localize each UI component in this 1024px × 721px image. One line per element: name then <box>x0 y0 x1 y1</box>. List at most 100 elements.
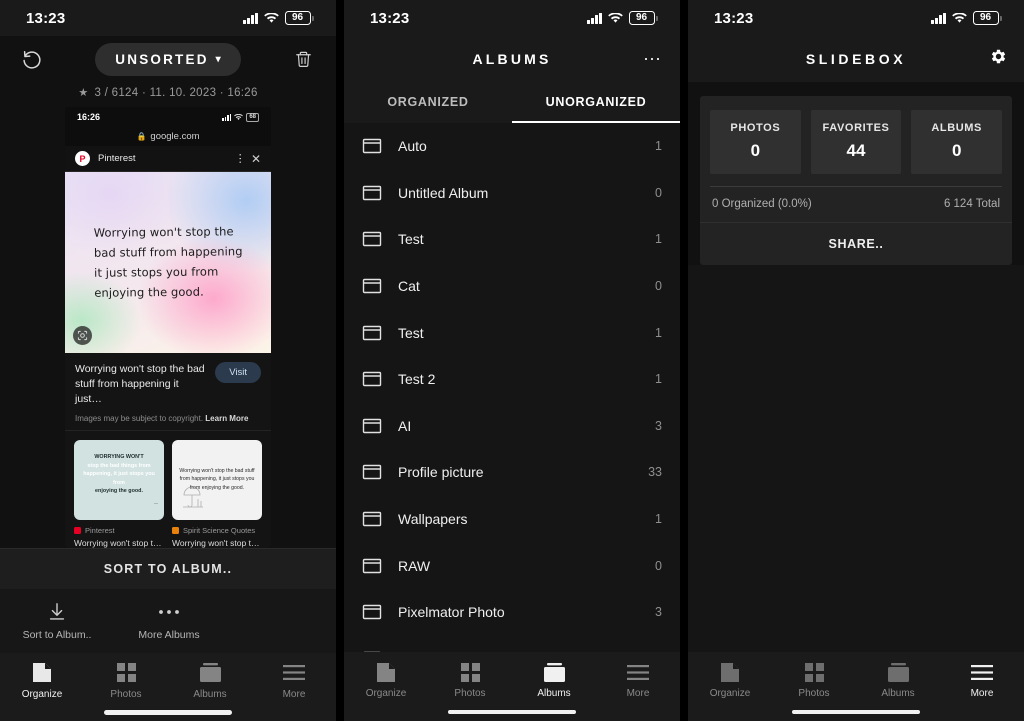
close-icon[interactable]: ✕ <box>251 152 261 166</box>
screenshot-battery: 68 <box>246 112 259 122</box>
gear-icon[interactable] <box>989 47 1008 71</box>
albums-tabs: ORGANIZED UNORGANIZED <box>344 82 680 123</box>
tab-albums[interactable]: Albums <box>168 662 252 700</box>
tab-photos[interactable]: Photos <box>772 661 856 699</box>
tab-albums[interactable]: Albums <box>856 661 940 699</box>
album-name: Profile picture <box>398 464 484 481</box>
more-body <box>688 265 1024 652</box>
screenshot-time: 16:26 <box>77 112 101 122</box>
cellular-signal-icon <box>931 12 946 24</box>
stat-albums[interactable]: ALBUMS 0 <box>911 110 1003 174</box>
result-source-name-0: Pinterest <box>85 525 115 535</box>
tab-unorganized[interactable]: UNORGANIZED <box>512 82 680 123</box>
battery-tip <box>312 15 314 21</box>
action-label-sort: Sort to Album.. <box>22 628 92 641</box>
trash-icon[interactable] <box>288 43 320 75</box>
favorite-star-icon[interactable]: ★ <box>78 86 88 99</box>
status-indicators-2: 96 <box>587 11 658 25</box>
album-row[interactable]: Cat 0 <box>344 263 680 310</box>
quote-line-3: enjoying the good. <box>93 285 204 301</box>
photos-grid-icon <box>772 661 856 683</box>
google-lens-icon[interactable] <box>73 326 92 345</box>
screenshot-status-bar: 16:26 68 <box>65 107 271 127</box>
tab-more[interactable]: More <box>596 661 680 699</box>
chevron-down-icon: ▾ <box>215 53 221 65</box>
related-results: WORRYING WON'T stop the bad things from … <box>65 431 271 548</box>
panel-organize: 13:23 96 UNSORTED ▾ ★ 3 / 6124 · 11. 10.… <box>0 0 336 721</box>
album-name: Pixelmator Photo <box>398 604 505 621</box>
album-name: Test <box>398 324 424 341</box>
album-count: 1 <box>655 372 662 387</box>
stat-favorites[interactable]: FAVORITES 44 <box>810 110 902 174</box>
stat-value-albums: 0 <box>951 141 962 160</box>
battery-level-3: 96 <box>972 11 999 25</box>
current-photo[interactable]: 16:26 68 🔒 google.com P Pinterest ⋯ ✕ Wo… <box>65 107 271 548</box>
photos-grid-icon <box>428 661 512 683</box>
lock-icon: 🔒 <box>136 132 147 141</box>
album-list[interactable]: Auto 1 Untitled Album 0 Test 1 Cat 0 Tes… <box>344 123 680 652</box>
tab-more[interactable]: More <box>940 661 1024 699</box>
action-sort-to-album[interactable]: Sort to Album.. <box>14 599 100 641</box>
album-row[interactable]: Lightroom 4 <box>344 636 680 652</box>
album-row[interactable]: AI 3 <box>344 403 680 450</box>
album-count: 0 <box>655 558 662 573</box>
panel-gap-1 <box>336 0 344 721</box>
screenshot-signal-icon <box>222 113 232 121</box>
result-card-1[interactable]: Worrying won't stop the bad stuff from h… <box>172 439 262 548</box>
undo-icon[interactable] <box>16 43 48 75</box>
album-row[interactable]: Untitled Album 0 <box>344 170 680 217</box>
result-card-0[interactable]: WORRYING WON'T stop the bad things from … <box>74 439 164 548</box>
stat-label-albums: ALBUMS <box>931 122 982 134</box>
action-more-albums[interactable]: More Albums <box>126 599 212 641</box>
album-name: Wallpapers <box>398 511 468 528</box>
album-count: 1 <box>655 139 662 154</box>
album-row[interactable]: Test 1 <box>344 216 680 263</box>
copyright-notice: Images may be subject to copyright. Lear… <box>75 414 261 423</box>
tab-organize[interactable]: Organize <box>0 662 84 700</box>
app-title: SLIDEBOX <box>805 51 907 67</box>
album-row[interactable]: Auto 1 <box>344 123 680 170</box>
tab-label-organize: Organize <box>709 688 751 699</box>
album-count: 0 <box>655 185 662 200</box>
album-row[interactable]: Test 2 1 <box>344 356 680 403</box>
album-row[interactable]: Pixelmator Photo 3 <box>344 589 680 636</box>
tab-albums[interactable]: Albums <box>512 661 596 699</box>
battery-indicator: 96 <box>628 11 658 25</box>
stat-label-photos: PHOTOS <box>730 122 781 134</box>
album-name: Cat <box>398 278 420 295</box>
visit-button[interactable]: Visit <box>215 362 261 383</box>
ellipsis-icon[interactable]: ⋯ <box>643 50 662 68</box>
browser-url-bar[interactable]: 🔒 google.com <box>65 127 271 146</box>
home-indicator-1 <box>0 703 336 721</box>
tab-more[interactable]: More <box>252 662 336 700</box>
tab-label-albums: Albums <box>193 688 227 700</box>
tab-organized[interactable]: ORGANIZED <box>344 82 512 123</box>
tab-organize[interactable]: Organize <box>688 661 772 699</box>
filter-chip-unsorted[interactable]: UNSORTED ▾ <box>95 42 241 76</box>
wifi-icon <box>607 12 623 24</box>
learn-more-link[interactable]: Learn More <box>205 414 248 423</box>
battery-tip <box>656 15 658 21</box>
album-row[interactable]: Wallpapers 1 <box>344 496 680 543</box>
organize-icon <box>688 661 772 683</box>
tab-photos[interactable]: Photos <box>428 661 512 699</box>
download-icon <box>14 599 100 625</box>
pinterest-header: P Pinterest ⋯ ✕ <box>65 146 271 172</box>
result-source-name-1: Spirit Science Quotes <box>183 525 256 535</box>
result-thumb-0: WORRYING WON'T stop the bad things from … <box>74 439 164 520</box>
kebab-menu-icon[interactable]: ⋯ <box>234 153 246 164</box>
status-bar-2: 13:23 96 <box>344 0 680 36</box>
album-row[interactable]: RAW 0 <box>344 542 680 589</box>
album-row[interactable]: Test 1 <box>344 309 680 356</box>
stat-photos[interactable]: PHOTOS 0 <box>710 110 801 174</box>
tab-organize[interactable]: Organize <box>344 661 428 699</box>
album-row[interactable]: Profile picture 33 <box>344 449 680 496</box>
wifi-icon <box>951 12 967 24</box>
umbrella-doodle-icon <box>180 486 206 515</box>
pinterest-favicon-icon <box>74 526 81 534</box>
photos-grid-icon <box>84 662 168 684</box>
share-button[interactable]: SHARE.. <box>700 222 1012 265</box>
tab-photos[interactable]: Photos <box>84 662 168 700</box>
wifi-icon <box>263 12 279 24</box>
panel-gap-2 <box>680 0 688 721</box>
